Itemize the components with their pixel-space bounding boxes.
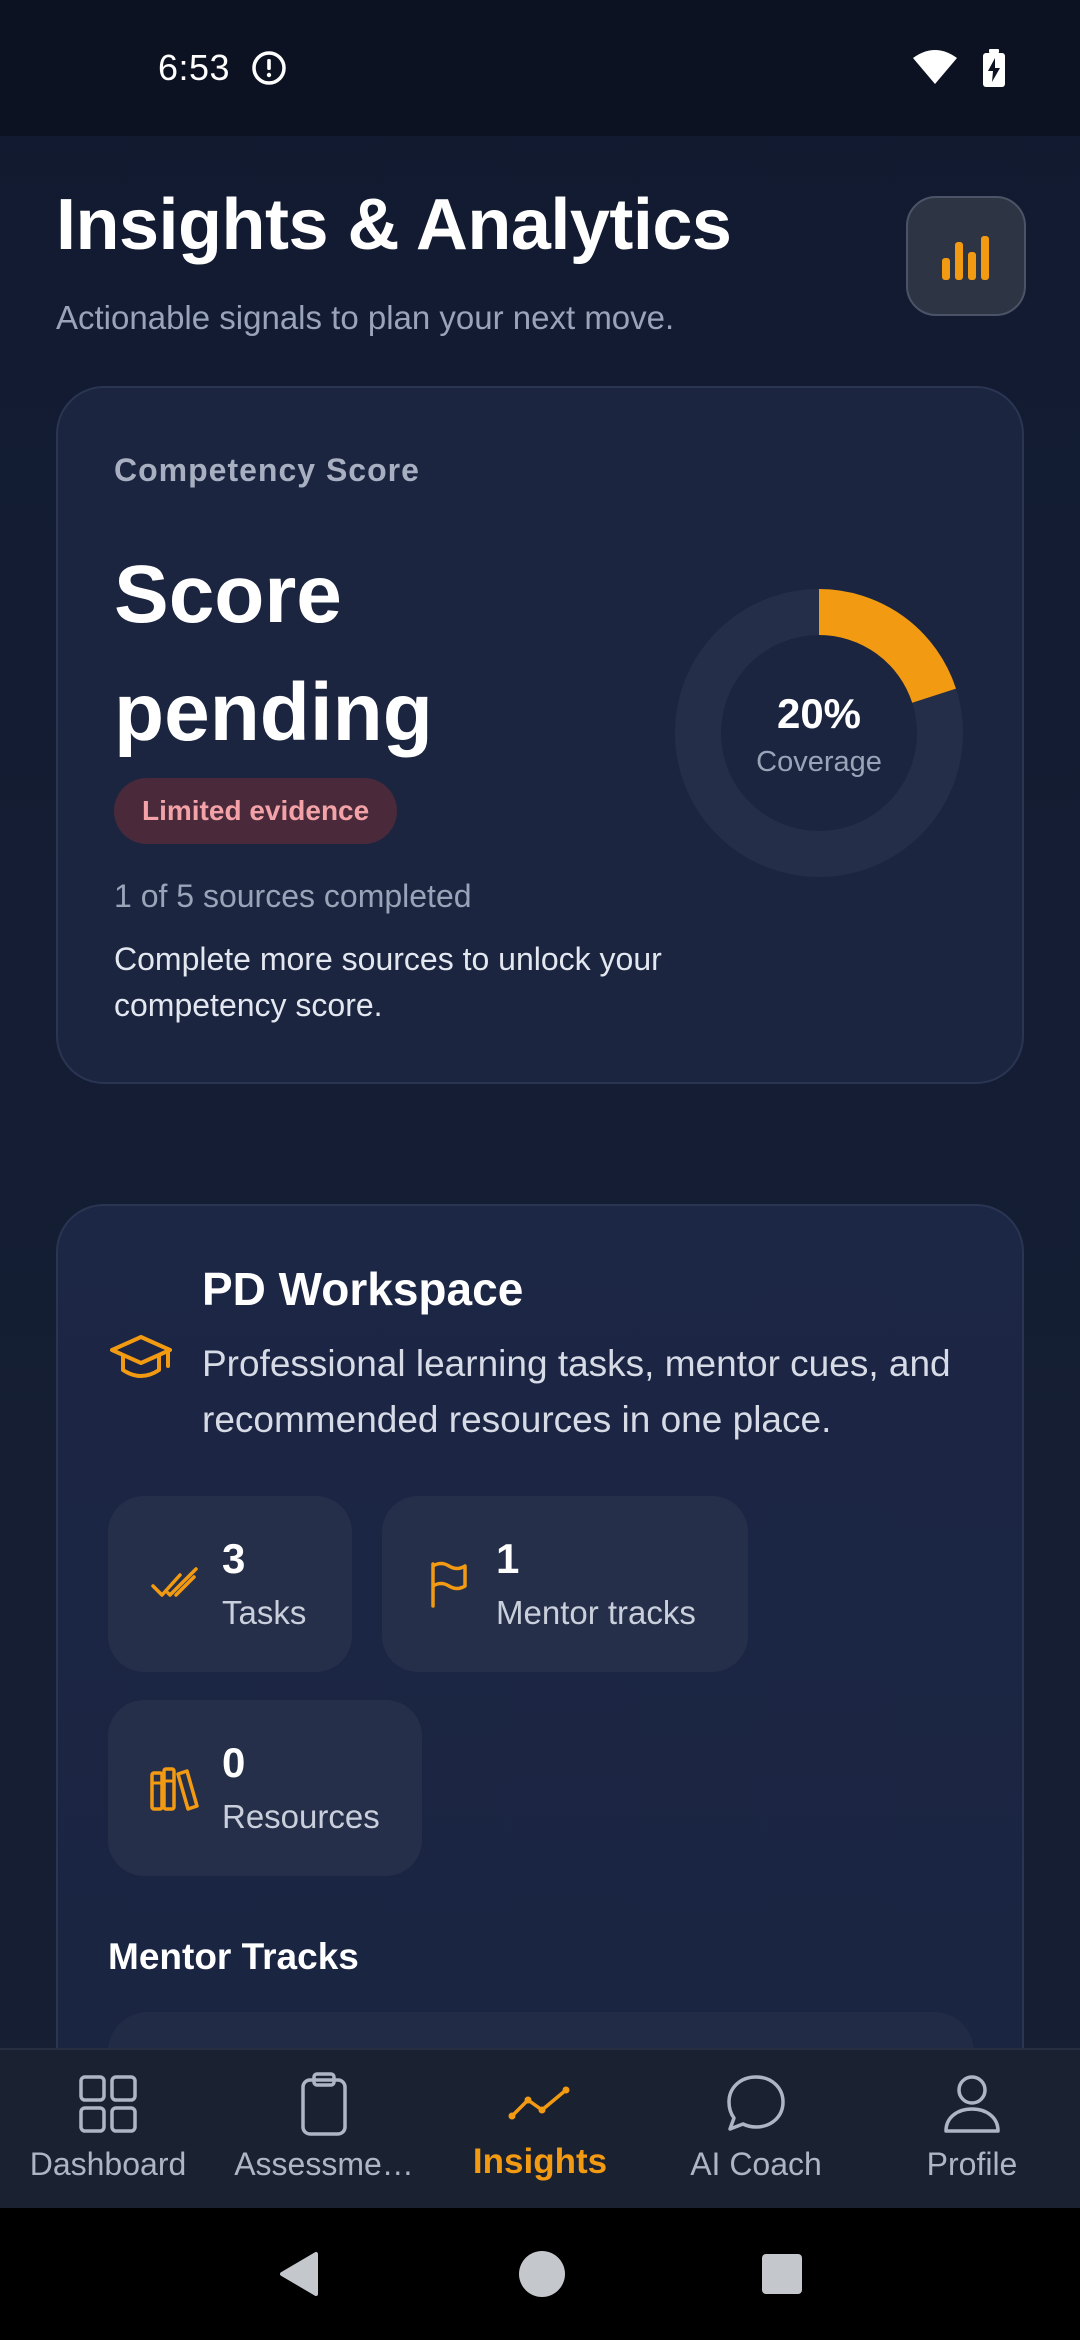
pd-workspace-title: PD Workspace xyxy=(202,1263,524,1315)
analytics-button[interactable] xyxy=(906,196,1026,316)
page-subtitle: Actionable signals to plan your next mov… xyxy=(56,299,675,336)
user-icon xyxy=(944,2075,1000,2133)
alert-circle-icon xyxy=(252,51,286,85)
nav-insights[interactable]: Insights xyxy=(432,2050,648,2208)
page-title: Insights & Analytics xyxy=(56,185,732,265)
nav-ai-coach[interactable]: AI Coach xyxy=(648,2050,864,2208)
pd-workspace-card: PD Workspace Professional learning tasks… xyxy=(56,1204,1024,2152)
competency-score-card: Competency Score Score pending Limited e… xyxy=(56,386,1024,1084)
status-time: 6:53 xyxy=(158,47,231,88)
wifi-icon xyxy=(913,50,957,84)
nav-dashboard[interactable]: Dashboard xyxy=(0,2050,216,2208)
bottom-nav: Dashboard Assessme… Insights AI Coach Pr… xyxy=(0,2048,1080,2208)
nav-ai-coach-label: AI Coach xyxy=(690,2146,822,2182)
nav-assessments-label: Assessme… xyxy=(234,2146,414,2182)
home-icon[interactable] xyxy=(517,2249,567,2299)
tasks-label: Tasks xyxy=(222,1594,307,1631)
resources-count: 0 xyxy=(222,1739,246,1786)
nav-profile[interactable]: Profile xyxy=(864,2050,1080,2208)
insights-screen: 6:53 Insights & Analytics Actionable sig… xyxy=(0,0,1080,2340)
coverage-caption: Coverage xyxy=(756,745,882,778)
grid-icon xyxy=(79,2075,137,2133)
evidence-badge: Limited evidence xyxy=(114,778,398,844)
books-icon xyxy=(150,1767,199,1811)
resources-stat[interactable]: 0 Resources xyxy=(108,1700,422,1876)
recents-icon[interactable] xyxy=(760,2252,804,2296)
coverage-percent: 20% xyxy=(776,689,862,737)
mentor-tracks-heading: Mentor Tracks xyxy=(108,1936,359,1977)
battery-charging-icon xyxy=(983,49,1005,87)
clipboard-icon xyxy=(301,2072,347,2136)
mentor-tracks-count: 1 xyxy=(496,1535,520,1582)
status-bar: 6:53 xyxy=(0,0,1080,136)
page-header: Insights & Analytics Actionable signals … xyxy=(56,180,1026,350)
score-value: Score pending xyxy=(114,549,433,758)
score-label: Competency Score xyxy=(114,452,420,488)
double-check-icon xyxy=(151,1567,198,1597)
mentor-tracks-label: Mentor tracks xyxy=(496,1594,696,1631)
tasks-stat[interactable]: 3 Tasks xyxy=(108,1496,352,1672)
nav-assessments[interactable]: Assessme… xyxy=(216,2050,432,2208)
chat-bubble-icon xyxy=(727,2075,785,2131)
back-icon[interactable] xyxy=(276,2250,324,2298)
nav-insights-label: Insights xyxy=(472,2142,608,2181)
bar-chart-icon xyxy=(942,236,989,280)
nav-profile-label: Profile xyxy=(926,2146,1018,2182)
mentor-tracks-stat[interactable]: 1 Mentor tracks xyxy=(382,1496,748,1672)
nav-dashboard-label: Dashboard xyxy=(29,2146,187,2182)
pd-workspace-description: Professional learning tasks, mentor cues… xyxy=(202,1343,951,1440)
tasks-count: 3 xyxy=(222,1535,246,1582)
trend-icon xyxy=(508,2086,570,2120)
flag-icon xyxy=(431,1561,467,1608)
graduation-cap-icon xyxy=(110,1335,172,1378)
resources-label: Resources xyxy=(222,1798,380,1835)
score-hint-text: Complete more sources to unlock your com… xyxy=(114,941,662,1023)
coverage-center: 20% Coverage xyxy=(674,588,964,878)
sources-progress-text: 1 of 5 sources completed xyxy=(114,878,472,914)
system-nav-bar xyxy=(0,2208,1080,2340)
